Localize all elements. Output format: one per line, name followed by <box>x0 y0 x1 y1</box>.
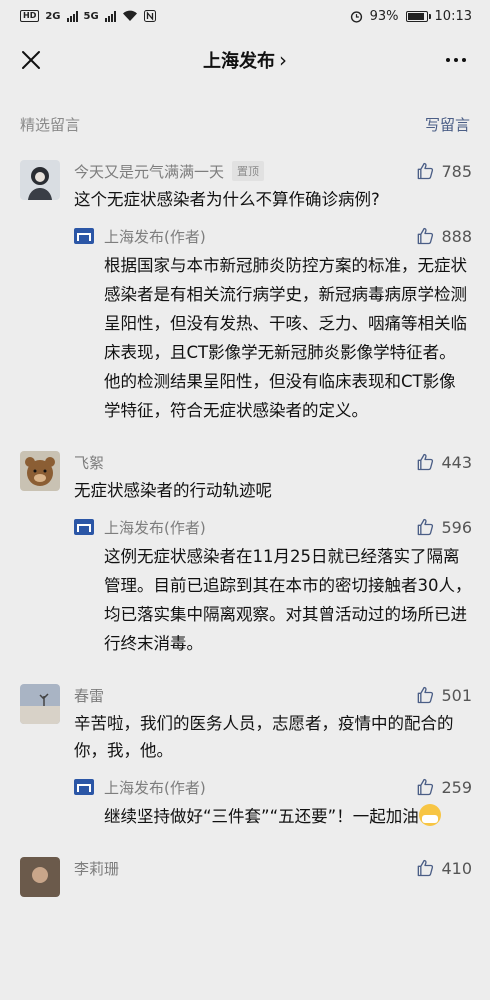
thumb-up-icon <box>418 518 434 536</box>
author-logo-icon <box>74 228 94 244</box>
like-count: 888 <box>441 226 472 246</box>
more-dot <box>454 58 458 62</box>
reply-author: 上海发布(作者) <box>104 518 206 537</box>
signal-icon <box>66 10 78 22</box>
more-dot <box>462 58 466 62</box>
write-comment-link[interactable]: 写留言 <box>425 114 470 135</box>
like-button[interactable]: 785 <box>415 161 472 181</box>
commenter-name: 李莉珊 <box>74 859 120 878</box>
thumb-up-icon <box>418 778 434 796</box>
thumb-up-icon <box>418 453 434 471</box>
comment-text: 无症状感染者的行动轨迹呢 <box>74 481 272 500</box>
like-count: 259 <box>441 777 472 797</box>
avatar[interactable] <box>20 857 60 897</box>
reply-author: 上海发布(作者) <box>104 778 206 797</box>
like-count: 785 <box>441 161 472 181</box>
author-logo-icon <box>74 779 94 795</box>
more-button[interactable] <box>438 45 474 75</box>
mask-face-emoji-icon <box>418 804 441 826</box>
author-logo-icon <box>74 519 94 535</box>
status-bar: HD 2G 5G 93% 10:13 <box>0 0 490 32</box>
author-reply: 上海发布(作者) 259 继续坚持做好“三件套”“五还要”！一起加油 <box>74 776 472 831</box>
section-label: 精选留言 <box>20 115 81 134</box>
reply-text: 这例无症状感染者在11月25日就已经落实了隔离管理。目前已追踪到其在本市的密切接… <box>104 547 472 653</box>
avatar[interactable] <box>20 451 60 491</box>
thumb-up-icon <box>418 686 434 704</box>
more-dot <box>446 58 450 62</box>
like-button[interactable]: 596 <box>415 517 472 537</box>
comment-text: 辛苦啦，我们的医务人员，志愿者，疫情中的配合的你，我，他。 <box>74 714 454 760</box>
close-icon <box>22 51 40 69</box>
pinned-badge: 置顶 <box>232 161 265 181</box>
nfc-icon <box>143 10 156 22</box>
network-5g: 5G <box>83 10 99 22</box>
commenter-name: 春雷 <box>74 686 105 705</box>
like-button[interactable]: 410 <box>415 858 472 878</box>
thumb-up-icon <box>418 162 434 180</box>
commenter-name: 飞絮 <box>74 453 105 472</box>
like-count: 596 <box>441 517 472 537</box>
avatar[interactable] <box>20 684 60 724</box>
status-left: HD 2G 5G <box>20 10 156 22</box>
status-right: 93% 10:13 <box>350 9 472 24</box>
wifi-icon <box>122 10 137 21</box>
reply-author: 上海发布(作者) <box>104 227 206 246</box>
thumb-up-icon <box>418 859 434 877</box>
network-2g: 2G <box>45 10 61 22</box>
close-button[interactable] <box>16 45 46 75</box>
like-count: 443 <box>441 452 472 472</box>
avatar[interactable] <box>20 160 60 200</box>
reply-text-content: 继续坚持做好“三件套”“五还要”！一起加油 <box>104 807 419 826</box>
comment-item: 春雷 501 辛苦啦，我们的医务人员，志愿者，疫情中的配合的你，我，他。 上海发… <box>0 684 490 831</box>
comment-item: 飞絮 443 无症状感染者的行动轨迹呢 上海发布(作者) 596 这例无症状感染… <box>0 451 490 658</box>
reply-text: 根据国家与本市新冠肺炎防控方案的标准，无症状感染者是有相关流行病学史，新冠病毒病… <box>104 256 467 420</box>
author-reply: 上海发布(作者) 596 这例无症状感染者在11月25日就已经落实了隔离管理。目… <box>74 516 472 658</box>
like-button[interactable]: 259 <box>415 777 472 797</box>
chevron-right-icon: › <box>279 48 287 72</box>
like-button[interactable]: 888 <box>415 226 472 246</box>
battery-icon <box>405 10 431 22</box>
author-reply: 上海发布(作者) 888 根据国家与本市新冠肺炎防控方案的标准，无症状感染者是有… <box>74 225 472 425</box>
like-button[interactable]: 501 <box>415 685 472 705</box>
nav-bar: 上海发布 › <box>0 32 490 88</box>
clock: 10:13 <box>434 8 472 24</box>
battery-percent: 93% <box>369 8 399 24</box>
reply-text: 继续坚持做好“三件套”“五还要”！一起加油 <box>104 802 472 831</box>
account-name: 上海发布 <box>203 51 275 72</box>
comment-item: 今天又是元气满满一天 置顶 785 这个无症状感染者为什么不算作确诊病例? 上海… <box>0 160 490 425</box>
account-title[interactable]: 上海发布 › <box>203 47 287 73</box>
like-count: 410 <box>441 858 472 878</box>
hd-indicator: HD <box>20 10 40 22</box>
comment-text: 这个无症状感染者为什么不算作确诊病例? <box>74 190 380 209</box>
comment-item: 李莉珊 410 <box>0 857 490 897</box>
like-button[interactable]: 443 <box>415 452 472 472</box>
like-count: 501 <box>441 685 472 705</box>
signal-icon-2 <box>104 10 116 22</box>
thumb-up-icon <box>418 227 434 245</box>
alarm-icon <box>350 10 362 23</box>
section-header: 精选留言 写留言 <box>0 88 490 160</box>
commenter-name: 今天又是元气满满一天 <box>74 162 225 181</box>
